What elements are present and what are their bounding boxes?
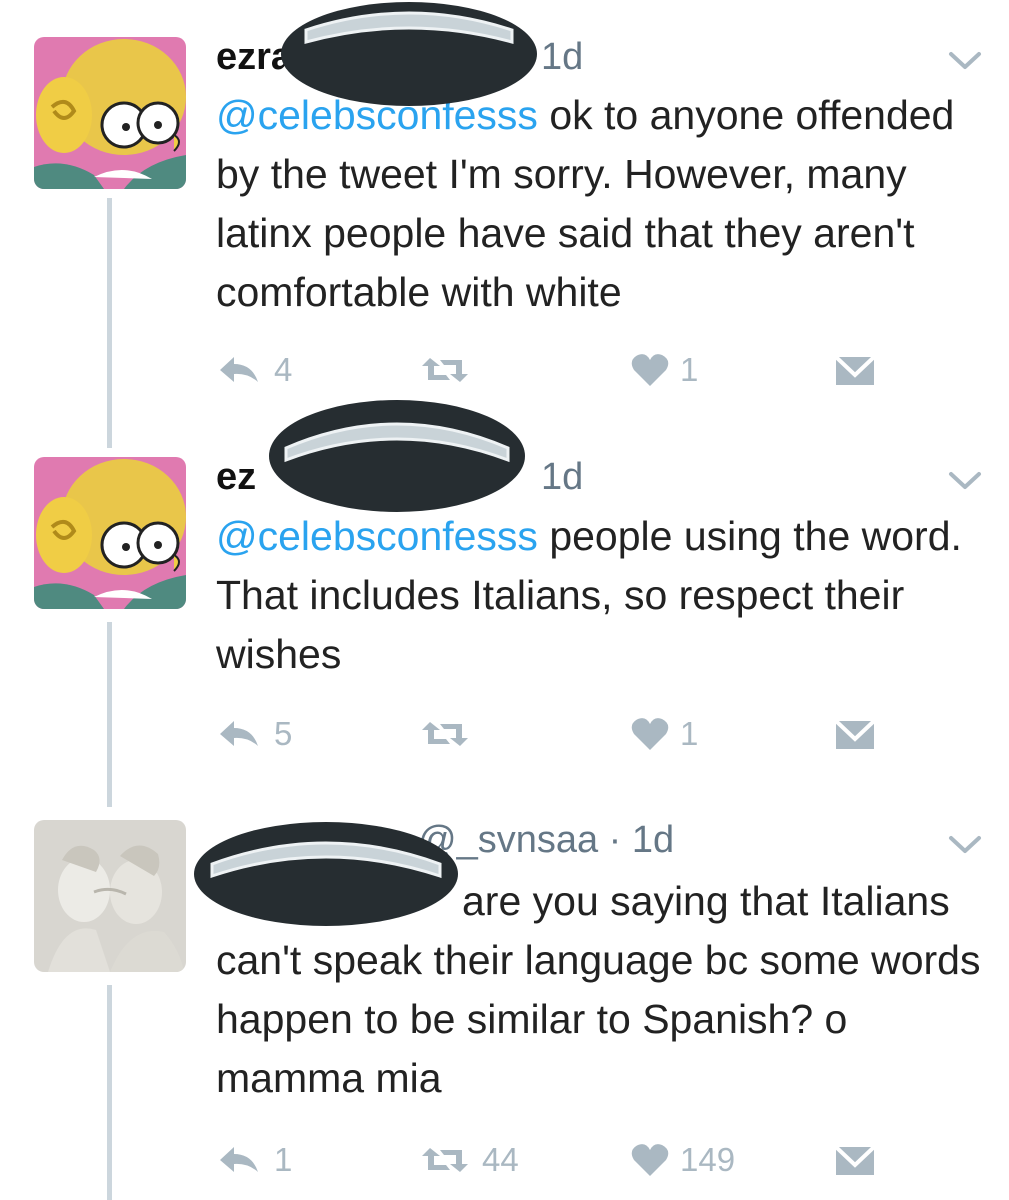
tweet-actions: 1 44 149 xyxy=(0,1140,1009,1180)
redaction-blob xyxy=(281,2,537,106)
retweet-count: 44 xyxy=(482,1141,519,1178)
redaction-blob xyxy=(269,400,525,512)
tweet[interactable]: @_svnsaa · 1d are you saying that Italia… xyxy=(0,0,1009,1200)
direct-message-button[interactable] xyxy=(834,1140,876,1180)
chevron-down-icon[interactable] xyxy=(948,834,982,856)
like-count: 149 xyxy=(680,1141,736,1178)
reply-button[interactable]: 1 xyxy=(216,1140,292,1180)
retweet-icon xyxy=(422,1148,468,1172)
reply-count: 1 xyxy=(274,1141,293,1178)
like-button[interactable]: 149 xyxy=(630,1140,735,1180)
redaction-blob xyxy=(194,822,458,926)
statue-kiss-avatar-image xyxy=(34,820,186,972)
heart-icon xyxy=(631,1144,669,1176)
reply-icon xyxy=(220,1147,258,1172)
envelope-icon xyxy=(834,1145,876,1175)
avatar[interactable] xyxy=(34,820,186,972)
retweet-button[interactable]: 44 xyxy=(418,1140,519,1180)
